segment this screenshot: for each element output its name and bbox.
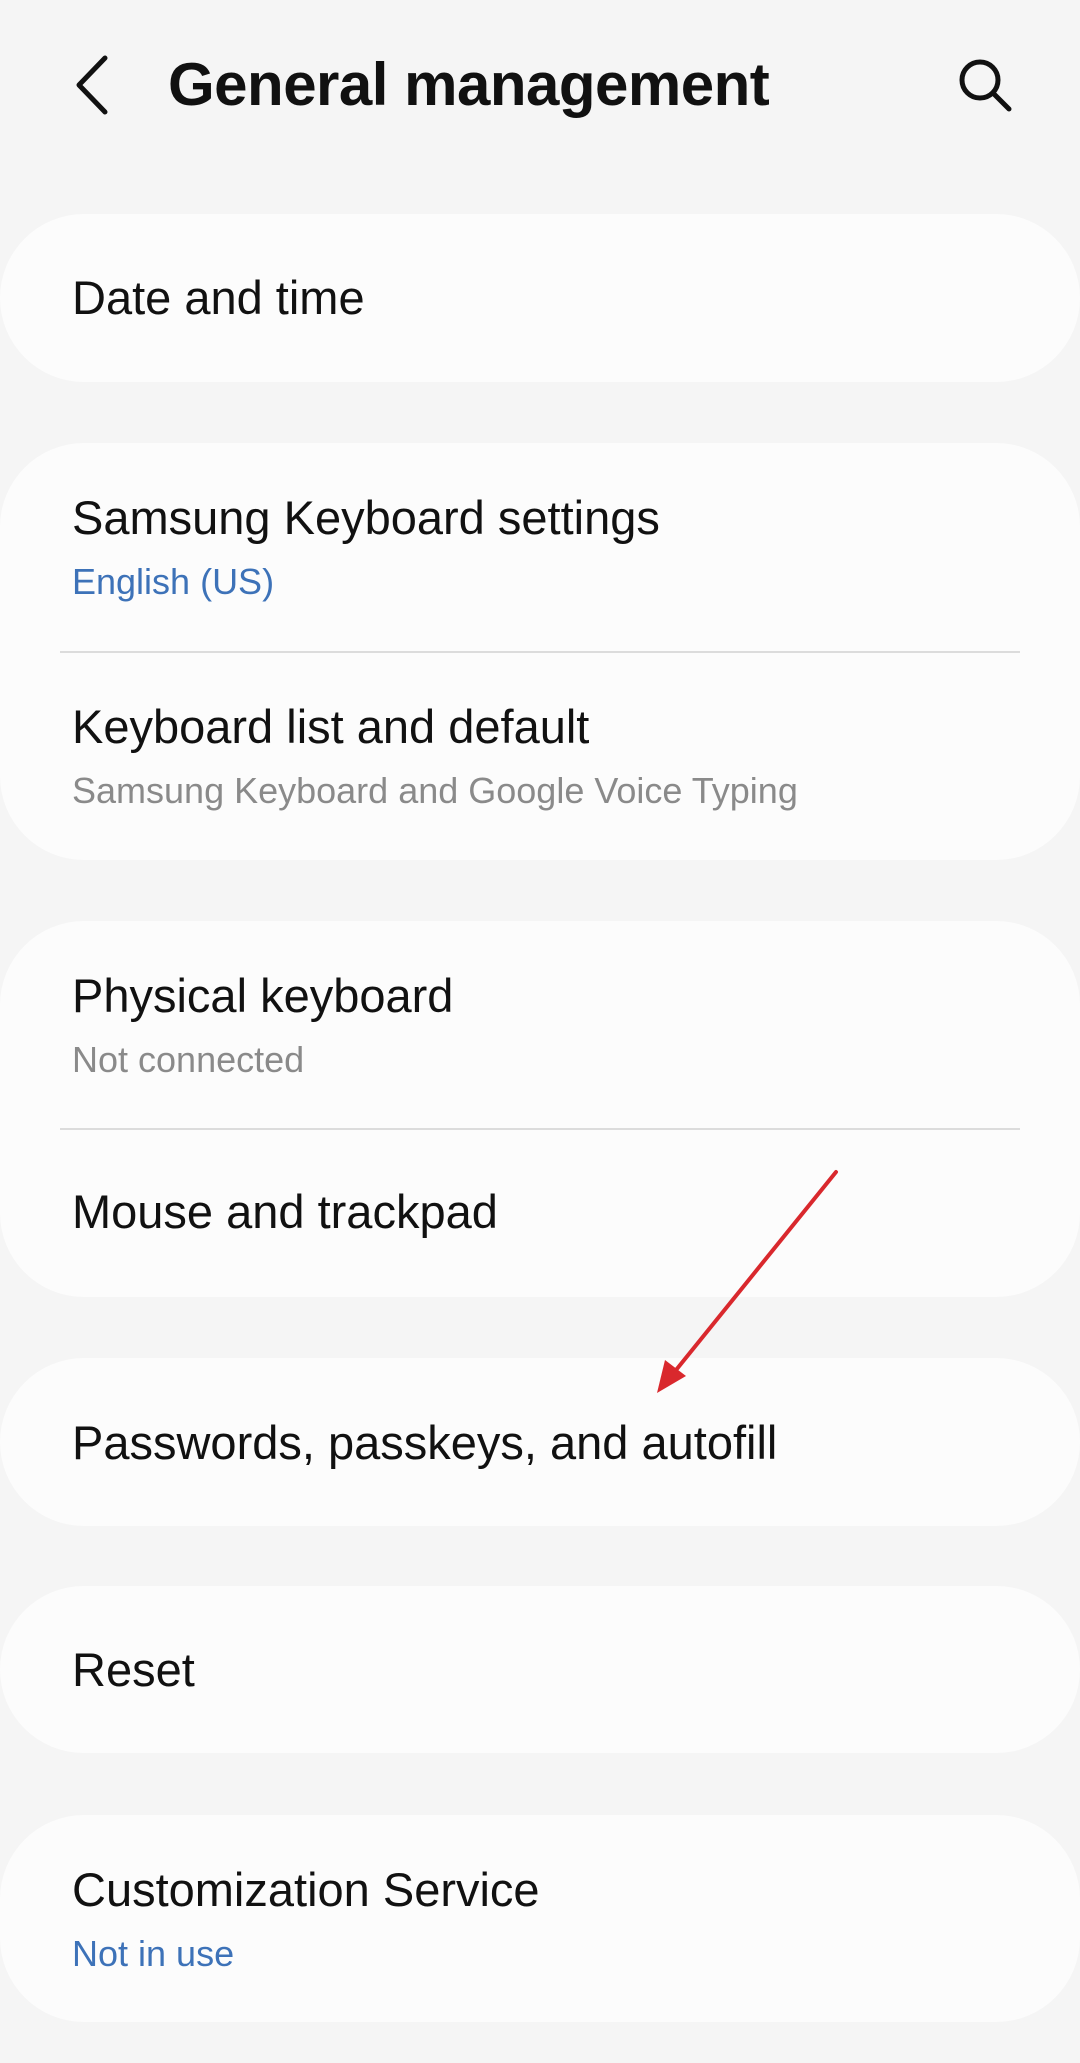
header-bar: General management <box>0 0 1080 180</box>
setting-item-physical-keyboard[interactable]: Physical keyboard Not connected <box>0 921 1080 1128</box>
setting-item-keyboard-list[interactable]: Keyboard list and default Samsung Keyboa… <box>0 653 1080 860</box>
setting-subtitle: English (US) <box>72 561 275 602</box>
settings-group-reset: Reset <box>0 1586 1080 1753</box>
back-button[interactable] <box>58 45 128 125</box>
setting-item-date-and-time[interactable]: Date and time <box>0 214 1080 382</box>
setting-title: Samsung Keyboard settings <box>72 491 660 544</box>
setting-title: Passwords, passkeys, and autofill <box>72 1416 778 1469</box>
setting-subtitle: Samsung Keyboard and Google Voice Typing <box>72 770 798 811</box>
settings-group-date: Date and time <box>0 214 1080 382</box>
settings-group-customization: Customization Service Not in use <box>0 1815 1080 2022</box>
setting-item-reset[interactable]: Reset <box>0 1586 1080 1753</box>
settings-group-passwords: Passwords, passkeys, and autofill <box>0 1358 1080 1526</box>
setting-subtitle: Not connected <box>72 1039 305 1080</box>
setting-title: Physical keyboard <box>72 969 454 1022</box>
settings-group-keyboard: Samsung Keyboard settings English (US) K… <box>0 443 1080 860</box>
setting-item-customization-service[interactable]: Customization Service Not in use <box>0 1815 1080 2022</box>
search-button[interactable] <box>950 50 1020 120</box>
setting-subtitle: Not in use <box>72 1933 235 1974</box>
setting-title: Keyboard list and default <box>72 700 590 753</box>
setting-title: Customization Service <box>72 1863 540 1916</box>
chevron-left-icon <box>76 55 108 115</box>
search-icon <box>959 59 1012 112</box>
setting-item-samsung-keyboard[interactable]: Samsung Keyboard settings English (US) <box>0 443 1080 651</box>
settings-group-input-devices: Physical keyboard Not connected Mouse an… <box>0 921 1080 1297</box>
setting-title: Reset <box>72 1643 195 1696</box>
setting-item-passwords-autofill[interactable]: Passwords, passkeys, and autofill <box>0 1358 1080 1526</box>
setting-title: Date and time <box>72 271 365 324</box>
page-title: General management <box>168 51 770 118</box>
setting-item-mouse-trackpad[interactable]: Mouse and trackpad <box>0 1130 1080 1297</box>
setting-title: Mouse and trackpad <box>72 1185 498 1238</box>
